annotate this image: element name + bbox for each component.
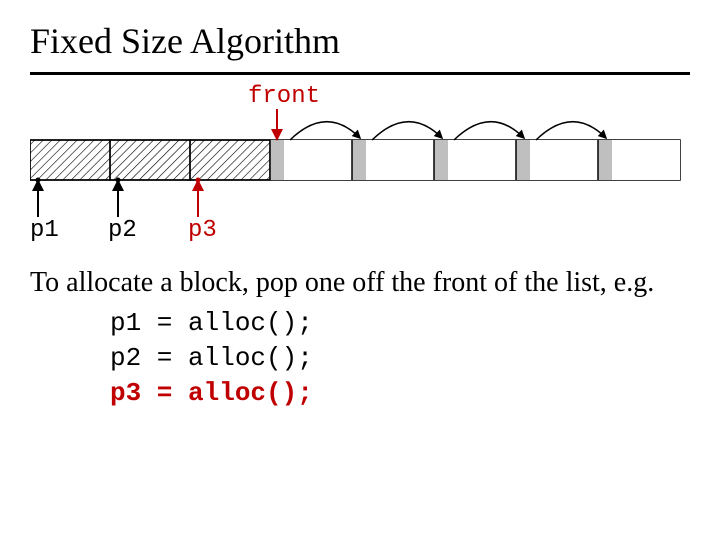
list-arc: [454, 122, 523, 140]
block-allocated: [190, 140, 270, 180]
free-block-header: [270, 140, 284, 180]
free-block-body: [284, 140, 352, 180]
list-arc: [290, 122, 359, 140]
memory-diagram: front p1 p2 p3: [30, 85, 690, 245]
block-allocated: [30, 140, 110, 180]
memory-strip: [30, 140, 680, 180]
free-block-body: [530, 140, 598, 180]
description-text: To allocate a block, pop one off the fro…: [30, 265, 690, 300]
front-label: front: [248, 83, 320, 110]
free-block-body: [448, 140, 516, 180]
code-block: p1 = alloc(); p2 = alloc(); p3 = alloc()…: [110, 306, 690, 411]
list-arc: [536, 122, 605, 140]
free-block-body: [366, 140, 434, 180]
free-block-header: [516, 140, 530, 180]
free-block-header: [352, 140, 366, 180]
p3-label: p3: [188, 217, 217, 244]
free-block-header: [598, 140, 612, 180]
code-line-highlight: p3 = alloc();: [110, 376, 690, 411]
free-block-body: [612, 140, 680, 180]
p1-label: p1: [30, 217, 59, 244]
page-title: Fixed Size Algorithm: [30, 20, 690, 62]
code-line: p2 = alloc();: [110, 341, 690, 376]
free-block-header: [434, 140, 448, 180]
list-arc: [372, 122, 441, 140]
block-allocated: [110, 140, 190, 180]
horizontal-rule: [30, 72, 690, 75]
code-line: p1 = alloc();: [110, 306, 690, 341]
p2-label: p2: [108, 217, 137, 244]
